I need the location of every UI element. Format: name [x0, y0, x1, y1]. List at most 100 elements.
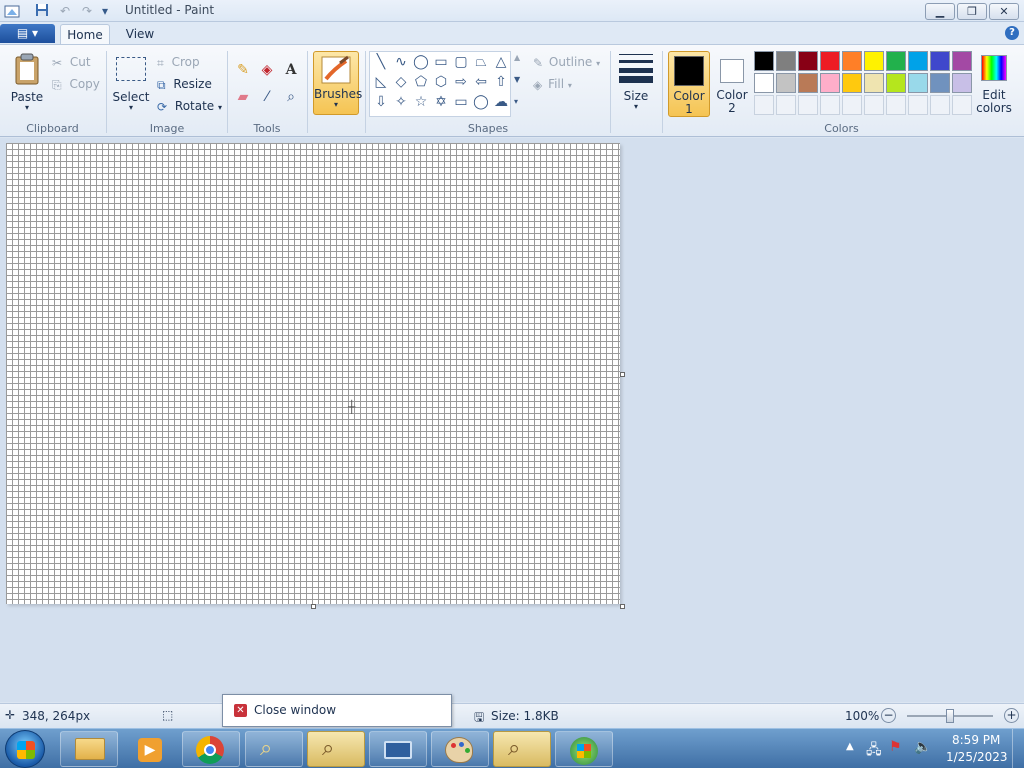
zoom-out-button[interactable]: − [881, 708, 896, 723]
paint-menu-button[interactable]: ▤ ▾ [0, 24, 55, 43]
drawing-canvas[interactable] [6, 143, 620, 604]
action-center-icon[interactable]: ⚑ [889, 739, 902, 755]
taskbar-media-player[interactable]: ▶ [121, 731, 179, 767]
select-button[interactable]: Select ▾ [112, 51, 150, 117]
save-icon[interactable] [34, 3, 50, 19]
zoom-in-button[interactable]: + [1004, 708, 1019, 723]
palette-swatch[interactable] [842, 51, 862, 71]
palette-custom-slot[interactable] [776, 95, 796, 115]
five-point-star-shape-icon[interactable]: ☆ [412, 93, 430, 111]
copy-button[interactable]: ⎘ Copy [52, 75, 100, 93]
resize-button[interactable]: ⧉ Resize [157, 75, 212, 93]
rounded-callout-shape-icon[interactable]: ▭ [452, 93, 470, 111]
rounded-rectangle-shape-icon[interactable]: ▢ [452, 53, 470, 71]
resize-handle-right[interactable] [620, 372, 625, 377]
palette-swatch[interactable] [842, 73, 862, 93]
text-tool-icon[interactable]: A [281, 60, 301, 80]
restore-button[interactable]: ❐ [957, 3, 987, 20]
line-shape-icon[interactable]: ╲ [372, 53, 390, 71]
polygon-shape-icon[interactable]: ⏢ [472, 53, 490, 71]
brushes-button[interactable]: Brushes ▾ [313, 51, 362, 115]
zoom-slider-thumb[interactable] [946, 709, 954, 723]
palette-custom-slot[interactable] [952, 95, 972, 115]
palette-swatch[interactable] [754, 51, 774, 71]
rectangle-shape-icon[interactable]: ▭ [432, 53, 450, 71]
magnifier-icon[interactable]: ⌕ [281, 87, 301, 107]
help-icon[interactable]: ? [1005, 26, 1019, 40]
palette-swatch[interactable] [864, 51, 884, 71]
tab-home[interactable]: Home [60, 24, 110, 45]
palette-swatch[interactable] [952, 51, 972, 71]
left-arrow-shape-icon[interactable]: ⇦ [472, 73, 490, 91]
taskbar-search-app-3[interactable]: ⌕ [493, 731, 551, 767]
palette-custom-slot[interactable] [908, 95, 928, 115]
palette-swatch[interactable] [820, 73, 840, 93]
right-arrow-shape-icon[interactable]: ⇨ [452, 73, 470, 91]
palette-swatch[interactable] [930, 51, 950, 71]
palette-swatch[interactable] [776, 73, 796, 93]
redo-icon[interactable]: ↷ [79, 3, 95, 19]
color1-button[interactable]: Color 1 [668, 51, 710, 117]
oval-shape-icon[interactable]: ◯ [412, 53, 430, 71]
shapes-expand-icon[interactable]: ▾ [514, 97, 518, 106]
palette-swatch[interactable] [886, 73, 906, 93]
palette-custom-slot[interactable] [886, 95, 906, 115]
palette-swatch[interactable] [798, 73, 818, 93]
taskbar-search-app-1[interactable]: ⌕ [245, 731, 303, 767]
size-button[interactable]: Size ▾ [616, 51, 656, 117]
rotate-button[interactable]: ⟳ Rotate ▾ [157, 97, 222, 115]
start-button[interactable] [5, 730, 45, 768]
show-hidden-icons-icon[interactable]: ▲ [846, 741, 854, 752]
palette-swatch[interactable] [820, 51, 840, 71]
color2-button[interactable]: Color 2 [712, 51, 752, 117]
palette-custom-slot[interactable] [864, 95, 884, 115]
eraser-icon[interactable]: ▰ [233, 87, 253, 107]
pentagon-shape-icon[interactable]: ⬠ [412, 73, 430, 91]
paint-app-icon[interactable] [4, 3, 20, 19]
down-arrow-shape-icon[interactable]: ⇩ [372, 93, 390, 111]
palette-custom-slot[interactable] [820, 95, 840, 115]
pencil-icon[interactable]: ✎ [233, 60, 253, 80]
taskbar-remote-desktop[interactable] [369, 731, 427, 767]
right-triangle-shape-icon[interactable]: ◺ [372, 73, 390, 91]
outline-button[interactable]: ✎ Outline ▾ [533, 53, 600, 71]
palette-swatch[interactable] [930, 73, 950, 93]
close-button[interactable]: ✕ [989, 3, 1019, 20]
four-point-star-shape-icon[interactable]: ✧ [392, 93, 410, 111]
clock-date[interactable]: 1/25/2023 [946, 750, 1008, 764]
palette-swatch[interactable] [952, 73, 972, 93]
zoom-slider[interactable] [907, 709, 993, 723]
crop-button[interactable]: ⌗ Crop [157, 53, 200, 71]
undo-icon[interactable]: ↶ [57, 3, 73, 19]
cut-button[interactable]: ✂ Cut [52, 53, 91, 71]
palette-swatch[interactable] [908, 51, 928, 71]
palette-swatch[interactable] [798, 51, 818, 71]
edit-colors-button[interactable]: Edit colors [975, 51, 1013, 117]
clock-time[interactable]: 8:59 PM [952, 733, 1000, 747]
paste-button[interactable]: Paste ▾ [8, 51, 46, 117]
palette-custom-slot[interactable] [754, 95, 774, 115]
customize-quick-access-button[interactable]: ▾ [97, 3, 113, 19]
taskbar-search-app-2[interactable]: ⌕ [307, 731, 365, 767]
fill-button[interactable]: ◈ Fill ▾ [533, 75, 572, 93]
palette-custom-slot[interactable] [798, 95, 818, 115]
shapes-scroll-down-icon[interactable]: ▼ [514, 75, 520, 84]
palette-swatch[interactable] [754, 73, 774, 93]
shapes-scroll-up-icon[interactable]: ▲ [514, 53, 520, 62]
palette-custom-slot[interactable] [930, 95, 950, 115]
diamond-shape-icon[interactable]: ◇ [392, 73, 410, 91]
palette-custom-slot[interactable] [842, 95, 862, 115]
palette-swatch[interactable] [886, 51, 906, 71]
palette-swatch[interactable] [908, 73, 928, 93]
hexagon-shape-icon[interactable]: ⬡ [432, 73, 450, 91]
curve-shape-icon[interactable]: ∿ [392, 53, 410, 71]
taskbar-windows-app[interactable] [555, 731, 613, 767]
oval-callout-shape-icon[interactable]: ◯ [472, 93, 490, 111]
network-icon[interactable]: 🖧 [866, 739, 882, 763]
taskbar-chrome[interactable] [182, 731, 240, 767]
resize-handle-corner[interactable] [620, 604, 625, 609]
palette-swatch[interactable] [864, 73, 884, 93]
up-arrow-shape-icon[interactable]: ⇧ [492, 73, 510, 91]
close-window-popup[interactable]: ✕ Close window [222, 694, 452, 727]
triangle-shape-icon[interactable]: △ [492, 53, 510, 71]
